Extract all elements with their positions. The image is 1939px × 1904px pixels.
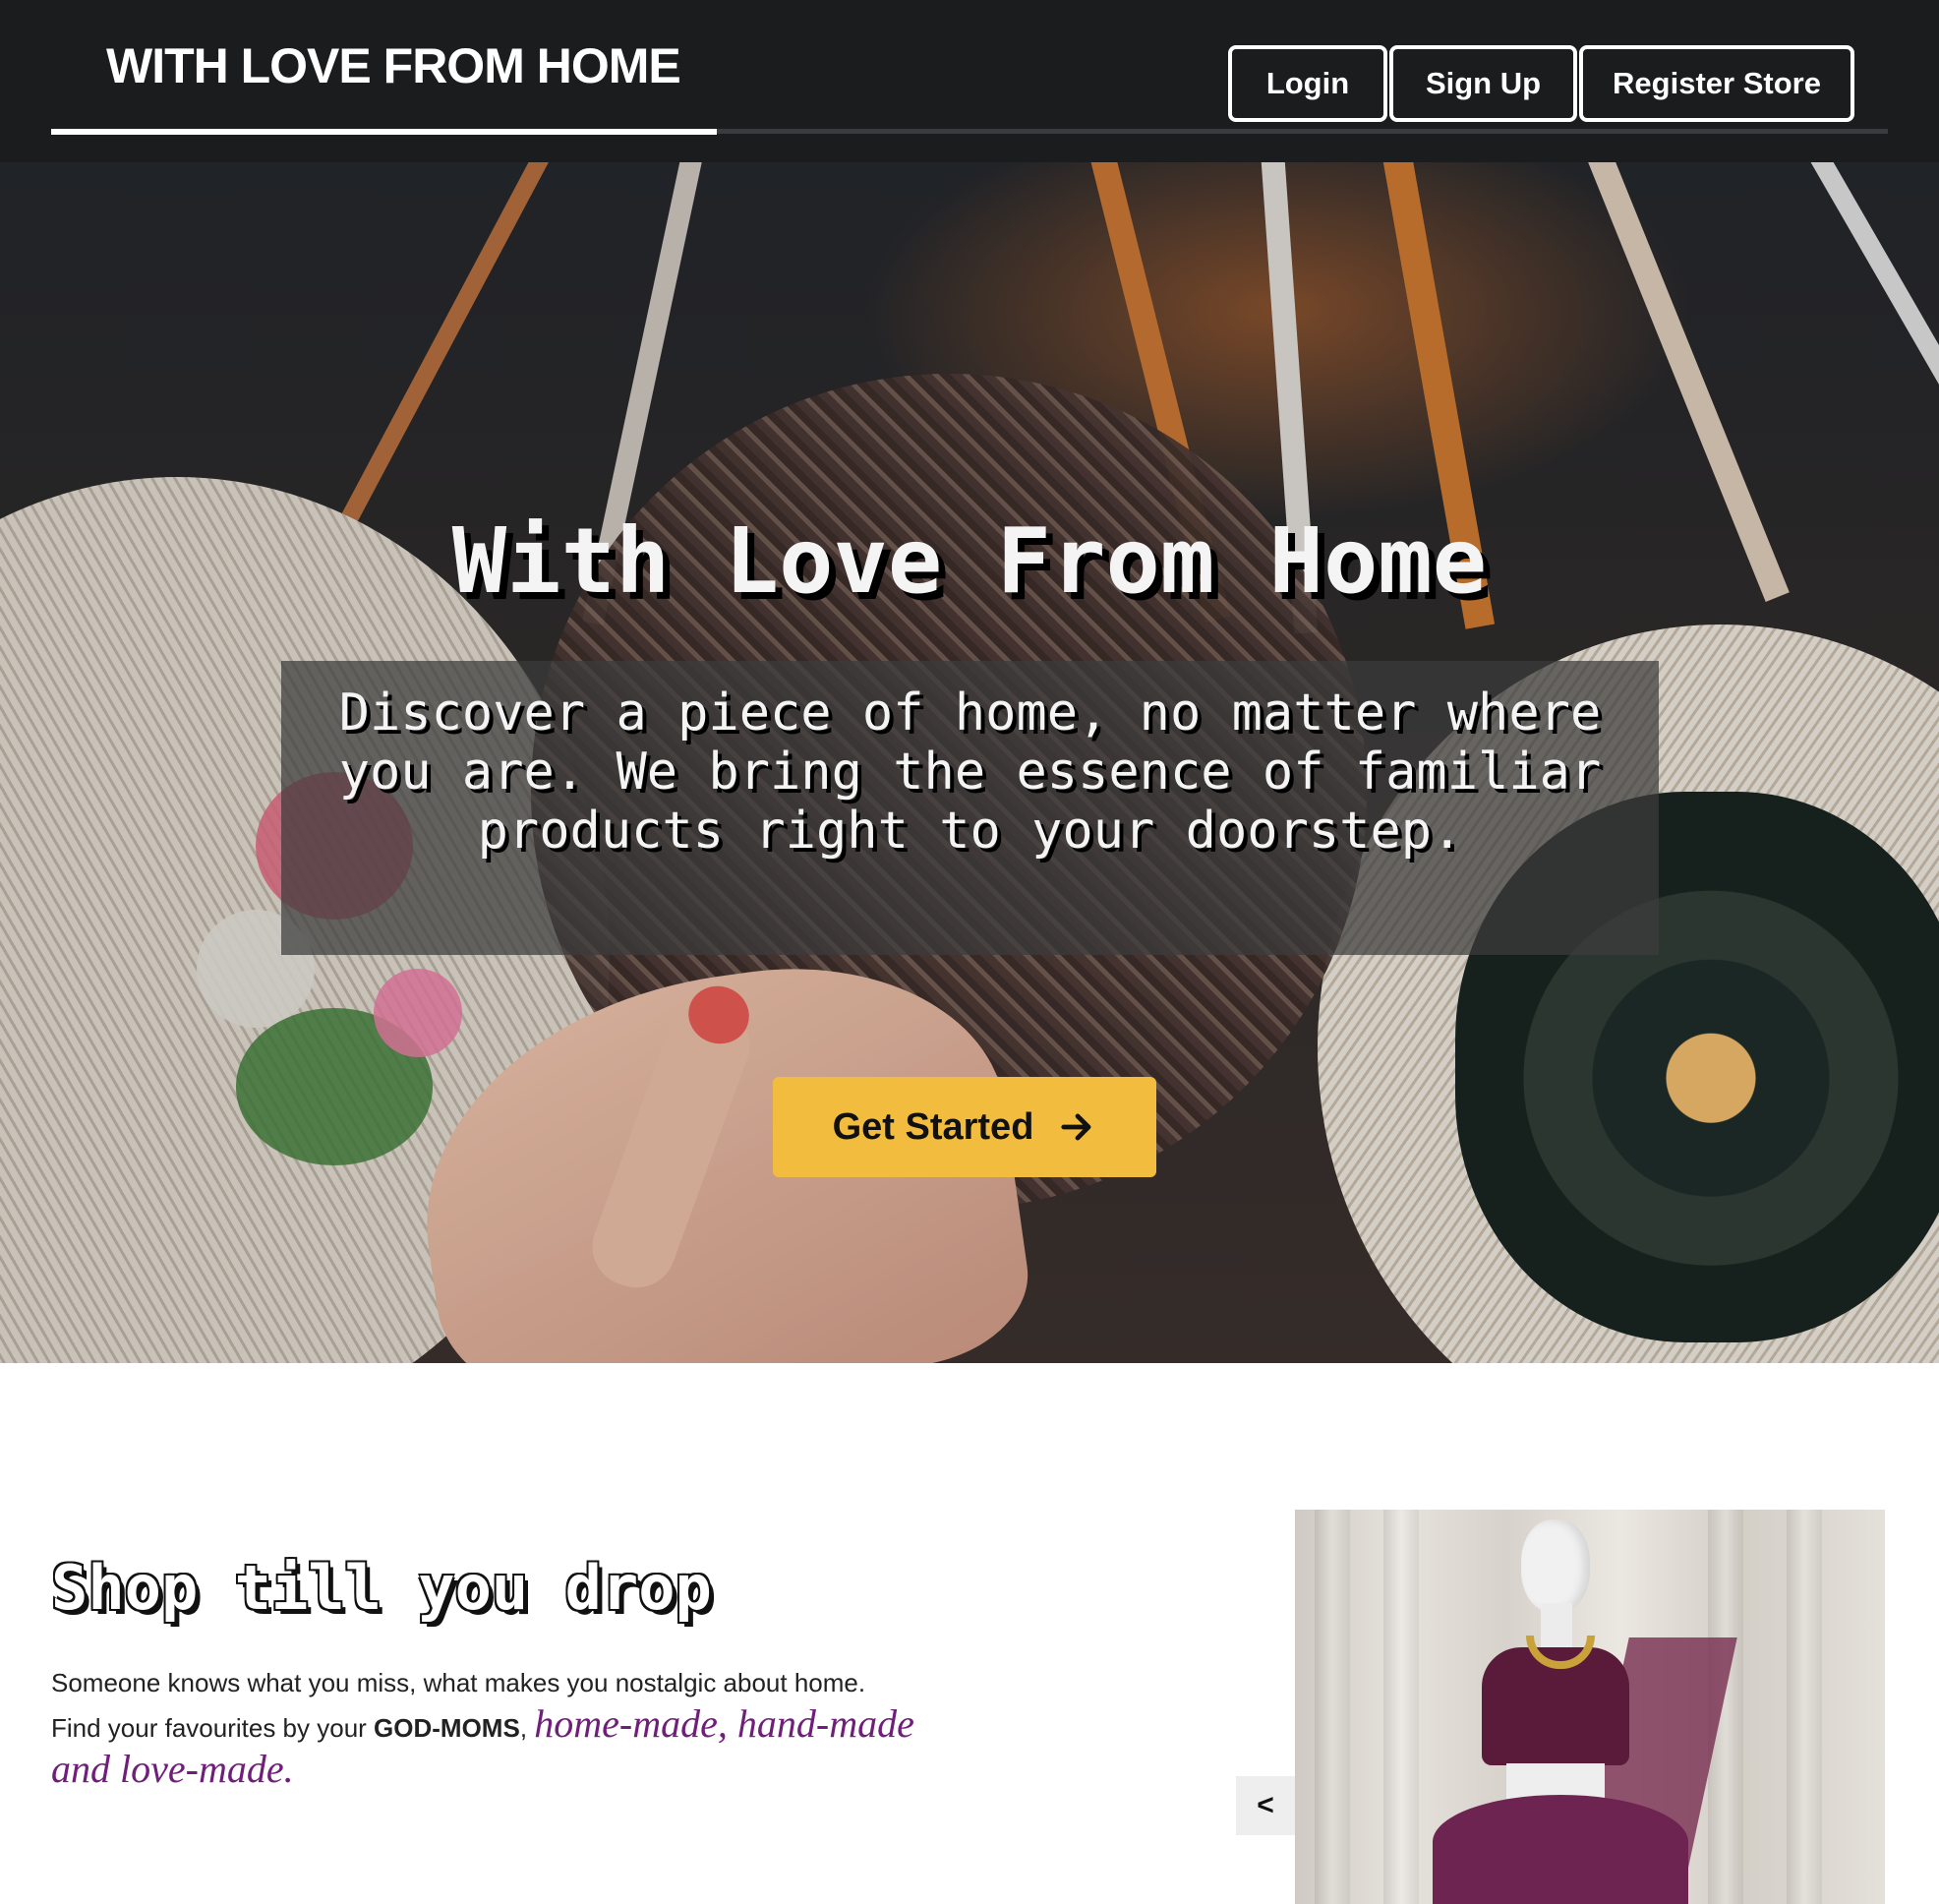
shop-description-line2: Find your favourites by your GOD-MOMS, h… bbox=[51, 1703, 975, 1794]
hero-section: With Love From Home Discover a piece of … bbox=[0, 162, 1939, 1363]
signup-button[interactable]: Sign Up bbox=[1389, 45, 1577, 122]
brand-logo-text[interactable]: WITH LOVE FROM HOME bbox=[106, 37, 681, 94]
brand-underline bbox=[51, 129, 717, 135]
get-started-label: Get Started bbox=[832, 1105, 1034, 1148]
shop-description-line1: Someone knows what you miss, what makes … bbox=[51, 1668, 866, 1697]
hero-subtitle: Discover a piece of home, no matter wher… bbox=[338, 684, 1602, 861]
register-store-button[interactable]: Register Store bbox=[1579, 45, 1854, 122]
shop-description-comma: , bbox=[519, 1713, 528, 1743]
login-button[interactable]: Login bbox=[1228, 45, 1387, 122]
arrow-right-icon bbox=[1061, 1113, 1091, 1141]
shop-description: Someone knows what you miss, what makes … bbox=[51, 1662, 975, 1794]
hero-title: With Love From Home bbox=[451, 508, 1488, 614]
shop-description-prefix: Find your favourites by your bbox=[51, 1713, 367, 1743]
product-carousel-image[interactable] bbox=[1295, 1510, 1885, 1904]
god-moms-emphasis: GOD-MOMS bbox=[374, 1713, 520, 1743]
carousel-prev-button[interactable]: < bbox=[1236, 1776, 1295, 1835]
get-started-button[interactable]: Get Started bbox=[773, 1077, 1156, 1177]
top-navbar: WITH LOVE FROM HOME Login Sign Up Regist… bbox=[0, 0, 1939, 162]
shop-section-title: Shop till you drop bbox=[51, 1552, 712, 1624]
